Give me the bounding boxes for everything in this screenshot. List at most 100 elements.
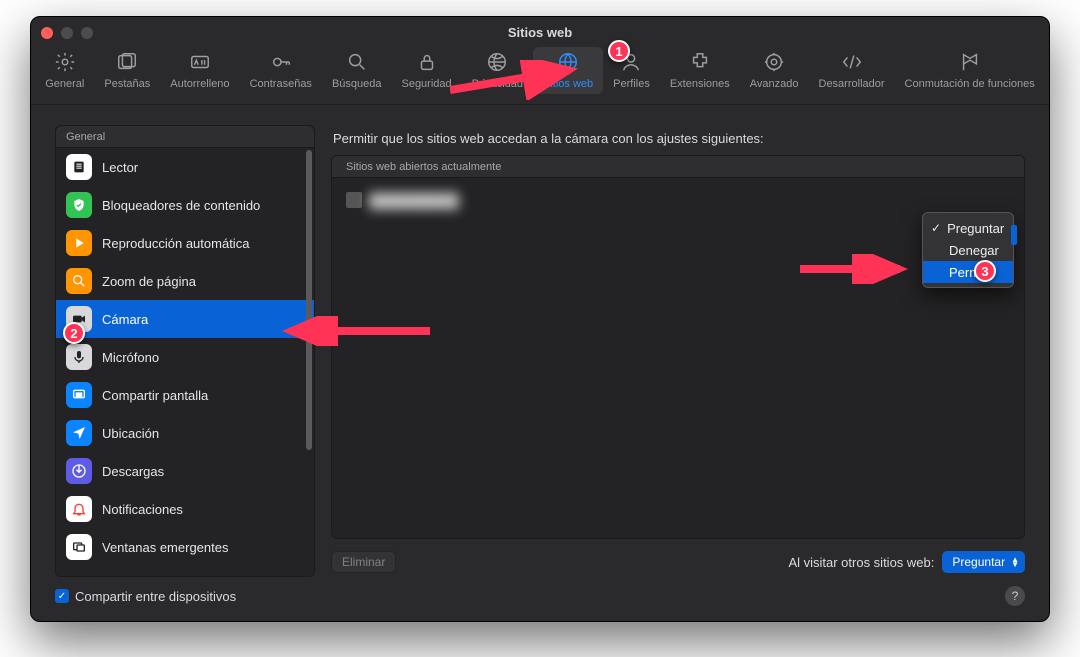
- shield-icon: [66, 192, 92, 218]
- sidebar-item-label: Compartir pantalla: [102, 388, 208, 403]
- toolbar-tab-developer[interactable]: Desarrollador: [809, 47, 895, 94]
- share-across-devices-checkbox[interactable]: ✓ Compartir entre dispositivos: [55, 589, 236, 604]
- sidebar-item-label: Lector: [102, 160, 138, 175]
- callout-badge-1: 1: [608, 40, 630, 62]
- sidebar-item-label: Notificaciones: [102, 502, 183, 517]
- toolbar-tab-featureflags[interactable]: Conmutación de funciones: [895, 47, 1045, 94]
- privacy-icon: [486, 51, 508, 76]
- sidebar-item-label: Cámara: [102, 312, 148, 327]
- callout-badge-2: 2: [63, 322, 85, 344]
- sidebar-item-blockers[interactable]: Bloqueadores de contenido: [56, 186, 314, 224]
- dropdown-underlying-control-edge: [1011, 225, 1017, 245]
- websites-list-header: Sitios web abiertos actualmente: [332, 156, 1024, 178]
- dropdown-option-denegar[interactable]: Denegar: [923, 239, 1013, 261]
- sidebar-section-header: General: [56, 126, 314, 148]
- dropdown-option-label: Preguntar: [947, 221, 1004, 236]
- dropdown-option-label: Denegar: [949, 243, 999, 258]
- toolbar-tab-label: General: [45, 78, 84, 90]
- titlebar: Sitios web: [31, 17, 1049, 41]
- toolbar-tab-label: Desarrollador: [819, 78, 885, 90]
- share-across-devices-label: Compartir entre dispositivos: [75, 589, 236, 604]
- remove-button[interactable]: Eliminar: [331, 551, 396, 573]
- site-hostname: ████████: [370, 193, 460, 208]
- toolbar-tab-autofill[interactable]: Autorrelleno: [160, 47, 239, 94]
- mic-icon: [66, 344, 92, 370]
- general-icon: [54, 51, 76, 76]
- reader-icon: [66, 154, 92, 180]
- sidebar-item-zoom[interactable]: Zoom de página: [56, 262, 314, 300]
- window-title: Sitios web: [31, 25, 1049, 40]
- toolbar-tab-websites[interactable]: Sitios web: [533, 47, 603, 94]
- toolbar-tab-security[interactable]: Seguridad: [391, 47, 461, 94]
- callout-badge-3: 3: [974, 260, 996, 282]
- sidebar-item-label: Ventanas emergentes: [102, 540, 228, 555]
- screens-icon: [66, 382, 92, 408]
- sidebar-item-label: Reproducción automática: [102, 236, 249, 251]
- sidebar-item-notifications[interactable]: Notificaciones: [56, 490, 314, 528]
- passwords-icon: [270, 51, 292, 76]
- dropdown-option-preguntar[interactable]: ✓ Preguntar: [923, 217, 1013, 239]
- toolbar-tab-tabs[interactable]: Pestañas: [94, 47, 160, 94]
- sidebar-item-label: Micrófono: [102, 350, 159, 365]
- location-icon: [66, 420, 92, 446]
- toolbar-tab-label: Conmutación de funciones: [905, 78, 1035, 90]
- sidebar: General Lector Bloqueadores de contenido R…: [55, 125, 315, 577]
- toolbar-tab-label: Sitios web: [543, 78, 593, 90]
- sidebar-item-mic[interactable]: Micrófono: [56, 338, 314, 376]
- advanced-icon: [763, 51, 785, 76]
- sidebar-item-downloads[interactable]: Descargas: [56, 452, 314, 490]
- visiting-other-sites-popup[interactable]: Preguntar ▲▼: [942, 551, 1025, 573]
- zoom-icon: [66, 268, 92, 294]
- toolbar-tab-label: Extensiones: [670, 78, 730, 90]
- toolbar-tab-label: Avanzado: [750, 78, 799, 90]
- toolbar-tab-label: Autorrelleno: [170, 78, 229, 90]
- dropdown-option-permitir[interactable]: Permitir: [923, 261, 1013, 283]
- checkmark-icon: ✓: [931, 221, 941, 235]
- toolbar-tab-search[interactable]: Búsqueda: [322, 47, 392, 94]
- sidebar-item-screenshare[interactable]: Compartir pantalla: [56, 376, 314, 414]
- preferences-window: Sitios web General Pestañas Autorrelleno Co…: [30, 16, 1050, 622]
- visiting-other-sites-label: Al visitar otros sitios web:: [788, 555, 934, 570]
- toolbar-tab-label: Privacidad: [472, 78, 523, 90]
- extensions-icon: [689, 51, 711, 76]
- sidebar-item-reader[interactable]: Lector: [56, 148, 314, 186]
- download-icon: [66, 458, 92, 484]
- toolbar-tab-general[interactable]: General: [35, 47, 94, 94]
- toolbar-tab-label: Seguridad: [401, 78, 451, 90]
- toolbar-tab-extensions[interactable]: Extensiones: [660, 47, 740, 94]
- security-icon: [416, 51, 438, 76]
- sidebar-scrollbar-thumb[interactable]: [306, 150, 312, 450]
- help-button[interactable]: ?: [1005, 586, 1025, 606]
- toolbar-tab-label: Búsqueda: [332, 78, 382, 90]
- permission-dropdown-menu: ✓ Preguntar Denegar Permitir: [922, 212, 1014, 288]
- sidebar-item-label: Descargas: [102, 464, 164, 479]
- website-row[interactable]: ████████: [332, 178, 1024, 222]
- main-panel: Permitir que los sitios web accedan a la…: [331, 125, 1025, 577]
- popup-arrows-icon: ▲▼: [1011, 557, 1019, 567]
- search-icon: [346, 51, 368, 76]
- visiting-other-sites-value: Preguntar: [952, 555, 1005, 569]
- toolbar-tab-privacy[interactable]: Privacidad: [462, 47, 533, 94]
- sidebar-item-popups[interactable]: Ventanas emergentes: [56, 528, 314, 566]
- toolbar-tab-passwords[interactable]: Contraseñas: [240, 47, 322, 94]
- toolbar-tab-advanced[interactable]: Avanzado: [740, 47, 809, 94]
- sidebar-scrollbar[interactable]: [306, 150, 312, 574]
- sidebar-item-camera[interactable]: Cámara: [56, 300, 314, 338]
- sidebar-item-location[interactable]: Ubicación: [56, 414, 314, 452]
- site-favicon: [346, 192, 362, 208]
- tabs-icon: [116, 51, 138, 76]
- panel-heading: Permitir que los sitios web accedan a la…: [331, 125, 1025, 154]
- toolbar-tab-label: Perfiles: [613, 78, 650, 90]
- sidebar-item-label: Ubicación: [102, 426, 159, 441]
- play-icon: [66, 230, 92, 256]
- autofill-icon: [189, 51, 211, 76]
- websites-icon: [557, 51, 579, 76]
- sidebar-item-label: Zoom de página: [102, 274, 196, 289]
- toolbar-tab-label: Contraseñas: [250, 78, 312, 90]
- bell-icon: [66, 496, 92, 522]
- checkmark-icon: ✓: [55, 589, 69, 603]
- sidebar-item-autoplay[interactable]: Reproducción automática: [56, 224, 314, 262]
- popup-icon: [66, 534, 92, 560]
- developer-icon: [841, 51, 863, 76]
- featureflags-icon: [959, 51, 981, 76]
